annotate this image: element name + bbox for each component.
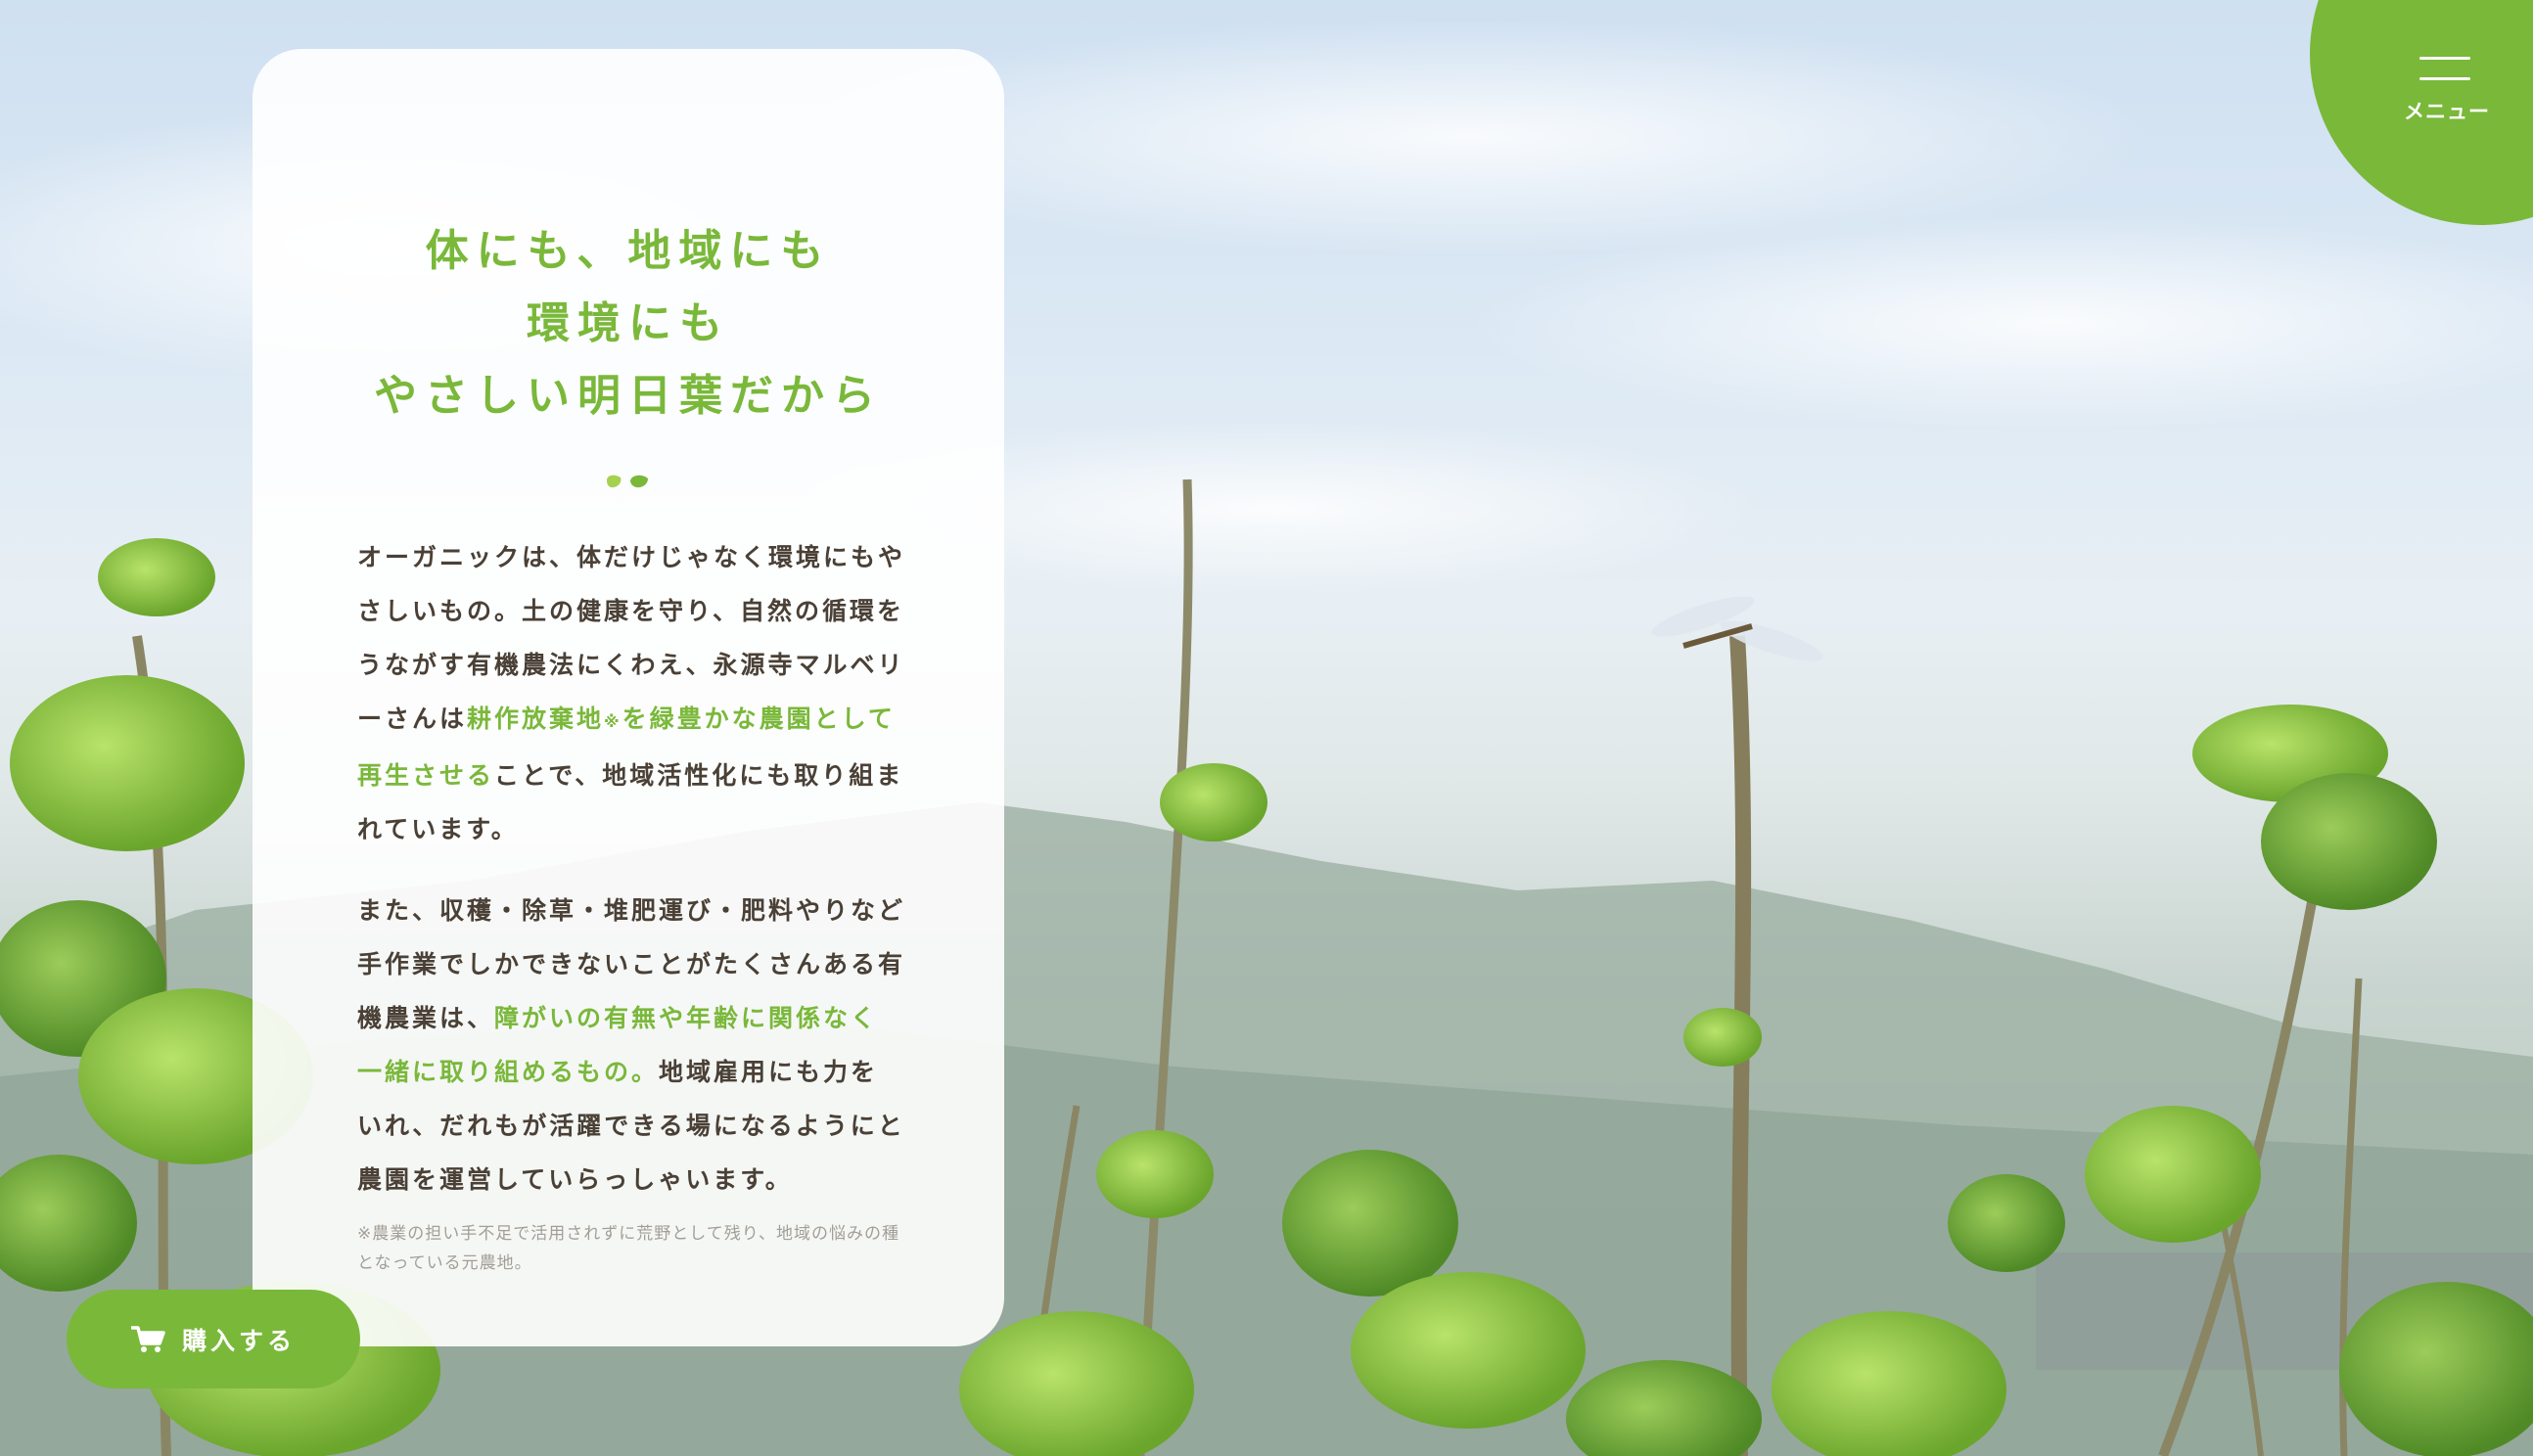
story-body: オーガニックは、体だけじゃなく環境にもやさしいもの。土の健康を守り、自然の循環を… xyxy=(357,530,905,1206)
section-title: 体にも、地域にも 環境にも やさしい明日葉だから xyxy=(253,215,1004,432)
hamburger-icon xyxy=(2419,57,2470,80)
buy-button[interactable]: 購入する xyxy=(67,1290,360,1388)
title-line-3: やさしい明日葉だから xyxy=(374,371,883,421)
story-card: 体にも、地域にも 環境にも やさしい明日葉だから オーガニックは、体だけじゃなく… xyxy=(253,49,1004,1346)
buy-label: 購入する xyxy=(181,1326,296,1355)
paragraph-organic: オーガニックは、体だけじゃなく環境にもやさしいもの。土の健康を守り、自然の循環を… xyxy=(357,530,905,856)
leaf-pair-icon xyxy=(607,475,648,488)
footnote-mark: ※ xyxy=(604,712,622,731)
menu-label: メニュー xyxy=(2404,100,2490,123)
highlight-abandoned-land: 耕作放棄地 xyxy=(467,705,605,733)
title-line-1: 体にも、地域にも xyxy=(425,226,832,276)
title-line-2: 環境にも xyxy=(527,298,730,348)
paragraph-employment: また、収穫・除草・堆肥運び・肥料やりなど手作業でしかできないことがたくさんある有… xyxy=(357,884,905,1206)
page: 体にも、地域にも 環境にも やさしい明日葉だから オーガニックは、体だけじゃなく… xyxy=(0,0,2533,1456)
footnote: ※農業の担い手不足で活用されずに荒野として残り、地域の悩みの種となっている元農地… xyxy=(357,1224,900,1273)
cart-icon xyxy=(130,1325,165,1352)
